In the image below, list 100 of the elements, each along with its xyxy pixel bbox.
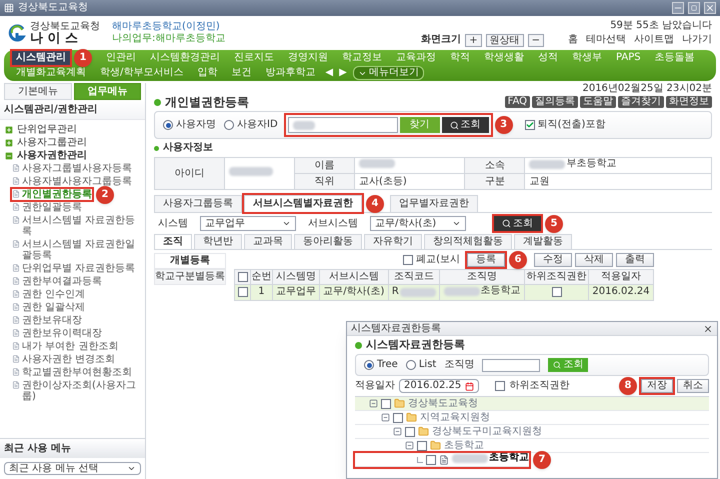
radio-button[interactable] [364,360,374,370]
sub-tab[interactable]: 창의적체험활동 [424,234,512,249]
sidebar-subitem[interactable]: 권한일괄등록 [12,202,82,213]
radio-label: List [418,359,436,371]
tree-row[interactable]: 지역교육지원청 [355,411,709,425]
sidebar-tab[interactable]: 기본메뉴 [4,83,72,100]
org-name-field[interactable] [482,358,540,372]
tab[interactable]: 업무별자료권한 [390,195,478,212]
sidebar-subitem[interactable]: 권한부여결과등록 [12,276,102,287]
more-menu-button[interactable]: 메뉴더보기 [352,66,424,80]
sidebar-subitem[interactable]: 개인별권한등록 [12,189,92,200]
expand-icon[interactable] [4,138,14,148]
filter-select[interactable]: 교무업무 [200,216,296,231]
sidebar-subitem[interactable]: 내가 부여한 권한조회 [12,341,118,352]
document-icon [12,368,20,376]
column-header: 조직명 [439,270,525,284]
sidebar-subitem[interactable]: 사용자권한 변경조회 [12,354,116,365]
field-value: 부초등학교 [566,158,616,170]
checkbox[interactable] [495,381,506,391]
dialog-button[interactable]: 저장 [641,379,673,393]
header-link[interactable]: 테마선택 [586,34,626,46]
sidebar-item[interactable]: 사용자권한관리 [17,150,87,161]
sidebar-subitem[interactable]: 서브시스템별 자료권한일괄등록 [12,239,141,261]
action-button[interactable]: 수정 [534,253,572,267]
sub-tab[interactable]: 자유학기 [364,234,422,249]
zoom-button[interactable]: + [465,34,482,46]
recent-menu-select[interactable]: 최근 사용 메뉴 선택 [4,462,141,475]
document-icon [12,240,20,248]
sidebar-subitem[interactable]: 사용자별사용자그룹등록 [12,176,132,187]
radio-button[interactable] [406,360,416,370]
column-header: 적용일자 [588,270,654,284]
checkbox[interactable] [393,412,403,422]
sub-tab[interactable]: 교과목 [244,234,292,249]
tab[interactable]: 서브시스템별자료권한 [244,195,362,212]
column-header: 서브시스템 [319,270,388,284]
maximize-icon[interactable] [688,2,700,14]
checkbox-label: 퇴직(전출)포함 [538,119,606,131]
header-link[interactable]: 사이트맵 [634,34,674,46]
sub-tab[interactable]: 학년반 [194,234,242,249]
zoom-button[interactable]: 원상태 [486,34,524,46]
sidebar-subitem[interactable]: 학교별권한부여현황조회 [12,367,132,378]
checkbox[interactable] [426,454,436,464]
action-button[interactable]: 출력 [616,253,654,267]
tree-row[interactable]: 경상북도교육청 [355,397,709,411]
sub-tab[interactable]: 동아리활동 [294,234,362,249]
side-tab[interactable]: 학교구분별등록 [154,269,226,285]
radio-label: 사용자명 [176,119,216,131]
tool-button[interactable]: 즐겨찾기 [618,96,664,108]
side-tab[interactable]: 개별등록 [154,253,226,269]
sidebar-subitem[interactable]: 권한보유이력대장 [12,328,102,339]
tool-button[interactable]: FAQ [504,96,530,108]
header-link[interactable]: 나가기 [682,34,712,46]
checkbox[interactable] [405,426,415,436]
sub-tab[interactable]: 계발활동 [514,234,572,249]
sidebar-subitem[interactable]: 권한 인수인계 [12,289,86,300]
radio-button[interactable] [224,120,234,130]
dialog-button[interactable]: 취소 [677,379,709,393]
header-link[interactable]: 홈 [568,34,578,46]
search-field[interactable] [288,117,398,133]
action-button[interactable]: 등록 [467,253,505,267]
tool-button[interactable]: 도움말 [580,96,616,108]
expand-icon[interactable] [4,124,14,134]
sidebar-subitem[interactable]: 서브시스템별 자료권한등록 [12,215,141,237]
sidebar-subitem[interactable]: 권한 일괄삭제 [12,302,86,313]
checkbox[interactable] [552,287,562,298]
tool-button[interactable]: 화면정보 [666,96,712,108]
action-button[interactable]: 삭제 [575,253,613,267]
checkbox[interactable] [238,272,248,282]
filter-select[interactable]: 교무/학사(초) [370,216,466,231]
close-icon[interactable] [703,324,713,334]
tree-label: 경상북도구미교육지원청 [432,426,542,438]
tool-button[interactable]: 질의등록 [532,96,578,108]
collapse-icon[interactable] [369,399,378,408]
search-button[interactable]: 조회 [442,117,489,133]
zoom-button[interactable]: − [528,34,544,46]
tree-row[interactable]: 경상북도구미교육지원청 [355,425,709,439]
collapse-icon[interactable] [405,441,414,450]
sidebar-subitem[interactable]: 단위업무별 자료권한등록 [12,263,136,274]
document-icon [12,177,20,185]
sub-tab[interactable]: 조직 [154,234,192,249]
collapse-icon[interactable] [381,413,390,422]
tab[interactable]: 사용자그룹등록 [154,195,242,212]
collapse-icon[interactable] [393,427,402,436]
checkbox[interactable] [238,287,248,298]
sidebar-item[interactable]: 사용자그룹관리 [17,137,87,148]
radio-button[interactable] [163,120,173,130]
checkbox[interactable] [524,120,535,130]
sidebar-item[interactable]: 단위업무관리 [17,124,77,135]
sidebar-subitem[interactable]: 권한이상자조회(사용자그룹) [12,380,141,402]
table-row[interactable]: 1 교무업무 교무/학사(초) R 초등학교 2016.02.24 [234,284,654,300]
field-label: 이름 [294,158,354,174]
checkbox[interactable] [381,398,391,408]
sidebar-subitem[interactable]: 사용자그룹별사용자등록 [12,163,132,174]
menu-tab[interactable]: 시스템관리 [12,51,70,65]
sidebar-subitem[interactable]: 권한보유대장 [12,315,82,326]
date-field[interactable]: 2016.02.25 [399,379,480,393]
checkbox[interactable] [417,440,427,450]
search-button[interactable]: 조회 [494,216,541,231]
checkbox[interactable] [403,255,414,265]
tree-row[interactable]: 초등학교 [355,453,529,467]
